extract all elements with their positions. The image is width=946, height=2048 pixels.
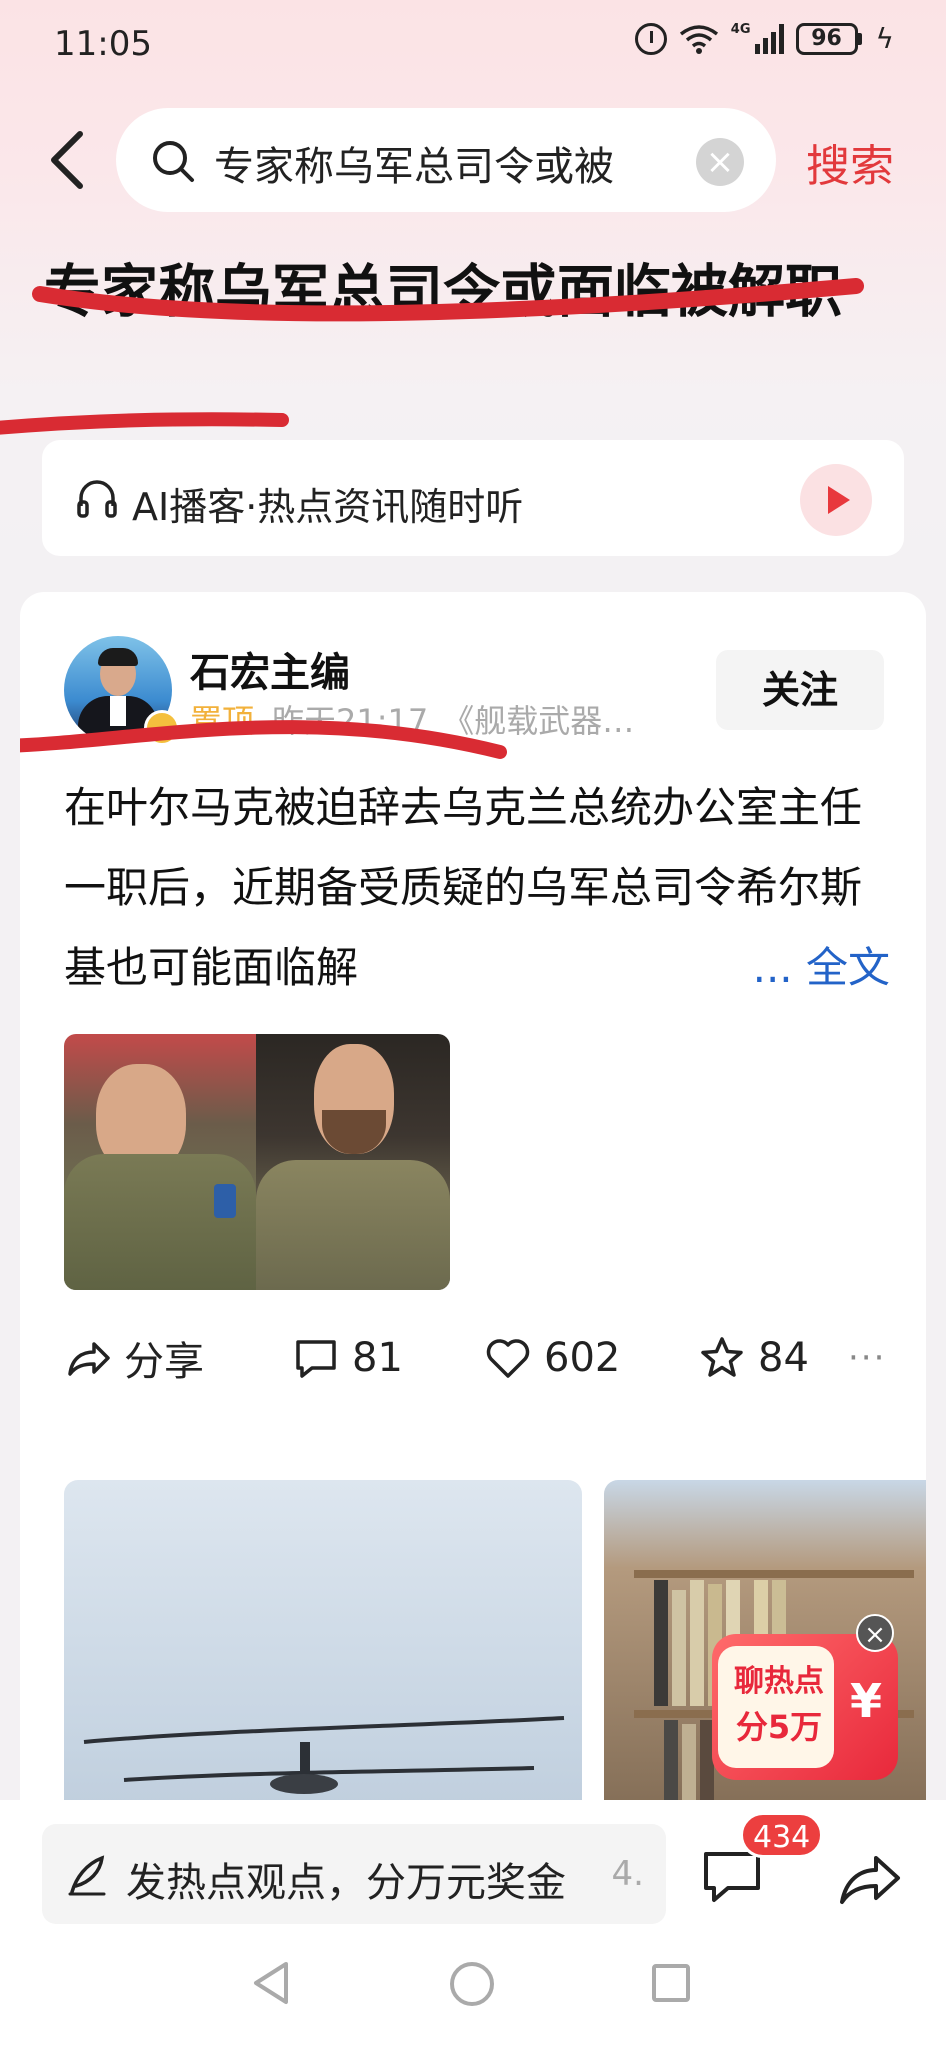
post-actions: 分享 81 602 84 ··· <box>64 1328 894 1388</box>
podcast-label: AI播客·热点资讯随时听 <box>132 485 524 529</box>
search-icon <box>153 141 194 182</box>
network-label: 4G <box>730 22 751 37</box>
bottom-bar: 发热点观点，分万元奖金 4. 434 <box>0 1800 946 1930</box>
status-icons: 4G 96 ϟ <box>634 22 894 55</box>
heart-icon <box>486 1339 530 1378</box>
status-bar: 11:05 4G 96 ϟ <box>0 0 946 92</box>
status-time: 11:05 <box>54 24 152 64</box>
share-label: 分享 <box>124 1339 204 1385</box>
pen-icon <box>68 1855 106 1896</box>
clear-icon[interactable]: × <box>696 138 744 186</box>
post-text[interactable]: 在叶尔马克被迫辞去乌克兰总统办公室主任一职后，近期备受质疑的乌军总司令希尔斯基也… <box>64 768 890 1008</box>
nav-home-icon[interactable] <box>450 1962 494 2006</box>
share-button[interactable]: 分享 <box>64 1329 292 1387</box>
system-nav-bar <box>0 1930 946 2048</box>
search-query[interactable]: 专家称乌军总司令或被 <box>214 134 684 192</box>
like-button[interactable]: 602 <box>484 1334 698 1382</box>
wifi-icon <box>679 24 718 54</box>
read-more-link[interactable]: ... 全文 <box>753 928 890 1008</box>
favorite-button[interactable]: 84 <box>698 1334 848 1382</box>
like-count: 602 <box>544 1335 621 1381</box>
follow-button[interactable]: 关注 <box>716 650 884 730</box>
hot-topic-promo[interactable]: 聊热点 分5万 ¥ × <box>704 1614 900 1780</box>
post-image[interactable] <box>64 1034 450 1290</box>
charging-icon: ϟ <box>875 22 894 55</box>
promo-line-1: 聊热点 <box>734 1664 824 1699</box>
post-image-left <box>64 1034 256 1290</box>
post-body: 在叶尔马克被迫辞去乌克兰总统办公室主任一职后，近期备受质疑的乌军总司令希尔斯基也… <box>64 783 863 992</box>
battery-icon: 96 <box>795 22 862 55</box>
ai-podcast-bar[interactable]: AI播客·热点资讯随时听 <box>42 440 904 556</box>
compose-input[interactable]: 发热点观点，分万元奖金 4. <box>42 1824 666 1924</box>
yen-icon: ¥ <box>849 1674 882 1728</box>
search-input[interactable]: 专家称乌军总司令或被 × <box>116 108 776 212</box>
comment-icon <box>296 1340 336 1378</box>
comment-count-badge: 434 <box>740 1812 824 1858</box>
signal-icon <box>754 23 784 54</box>
battery-level: 96 <box>795 22 858 55</box>
post-image-right <box>256 1034 450 1290</box>
nav-recent-icon[interactable] <box>652 1964 690 2002</box>
close-icon[interactable]: × <box>856 1614 894 1652</box>
nav-back-icon[interactable] <box>246 1958 296 2008</box>
play-button[interactable] <box>800 464 872 536</box>
compose-placeholder: 发热点观点，分万元奖金 <box>126 1860 566 1906</box>
share-icon <box>68 1342 110 1376</box>
comment-button[interactable]: 81 <box>292 1334 484 1382</box>
search-button[interactable]: 搜索 <box>806 130 894 194</box>
more-options-button[interactable]: ··· <box>848 1338 886 1378</box>
author-strike-mark <box>20 720 507 759</box>
star-icon <box>701 1337 743 1377</box>
back-button[interactable] <box>40 120 100 200</box>
promo-card[interactable]: 聊热点 分5万 ¥ <box>712 1634 898 1780</box>
favorite-count: 84 <box>758 1335 809 1381</box>
chevron-left-icon <box>51 131 83 189</box>
headphone-icon <box>77 480 117 518</box>
share-icon[interactable] <box>836 1846 904 1910</box>
page-title: 专家称乌军总司令或面临被解职 <box>44 259 842 325</box>
comment-count: 81 <box>352 1335 403 1381</box>
promo-line-2: 分5万 <box>735 1708 823 1746</box>
compose-count: 4. <box>611 1854 644 1894</box>
alarm-icon <box>634 22 667 55</box>
